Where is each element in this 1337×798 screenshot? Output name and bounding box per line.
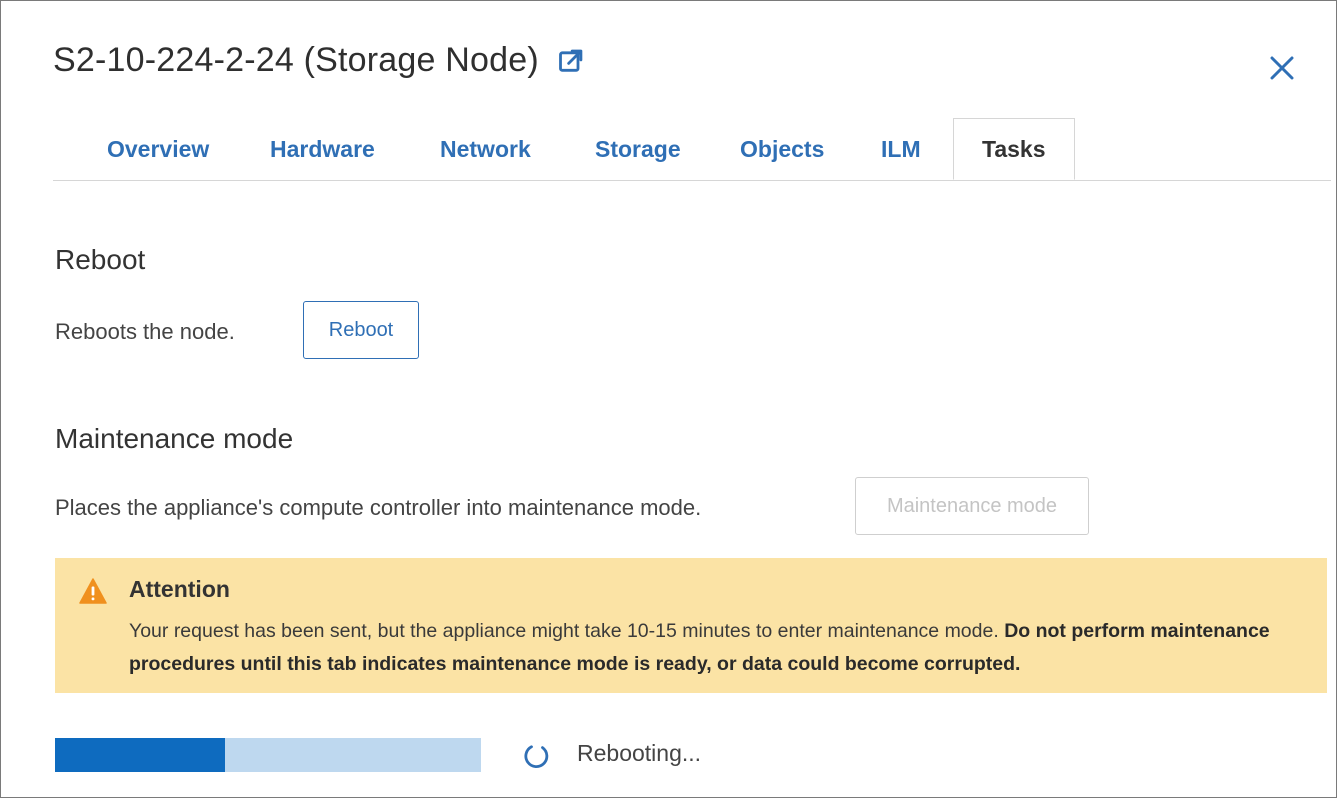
reboot-section-title: Reboot (55, 244, 146, 275)
modal-title: S2-10-224-2-24 (Storage Node) (53, 41, 539, 79)
close-icon[interactable] (1267, 53, 1297, 83)
node-details-modal: S2-10-224-2-24 (Storage Node) Overview H… (0, 0, 1337, 798)
maintenance-mode-button[interactable]: Maintenance mode (855, 477, 1089, 535)
alert-text: Your request has been sent, but the appl… (129, 620, 999, 642)
warning-icon (79, 578, 107, 604)
alert-message: Your request has been sent, but the appl… (129, 615, 1309, 681)
tab-objects[interactable]: Objects (740, 118, 824, 180)
reboot-button[interactable]: Reboot (303, 301, 419, 359)
reboot-description: Reboots the node. (55, 319, 235, 344)
tab-tasks[interactable]: Tasks (953, 118, 1075, 180)
alert-title: Attention (129, 576, 230, 602)
maintenance-description: Places the appliance's compute controlle… (55, 495, 702, 520)
external-link-icon[interactable] (557, 47, 585, 75)
reboot-progress-bar (55, 738, 481, 772)
loading-spinner-icon (522, 742, 550, 770)
tab-storage[interactable]: Storage (595, 118, 681, 180)
progress-fill (55, 738, 226, 772)
progress-status-text: Rebooting... (577, 740, 702, 766)
tab-overview[interactable]: Overview (107, 118, 209, 180)
tab-bar: Overview Hardware Network Storage Object… (53, 118, 1331, 181)
modal-header: S2-10-224-2-24 (Storage Node) (53, 41, 585, 80)
tab-hardware[interactable]: Hardware (270, 118, 375, 180)
tab-ilm[interactable]: ILM (881, 118, 921, 180)
maintenance-section-title: Maintenance mode (55, 423, 294, 454)
attention-alert: Attention Your request has been sent, bu… (55, 558, 1327, 693)
tab-network[interactable]: Network (440, 118, 531, 180)
